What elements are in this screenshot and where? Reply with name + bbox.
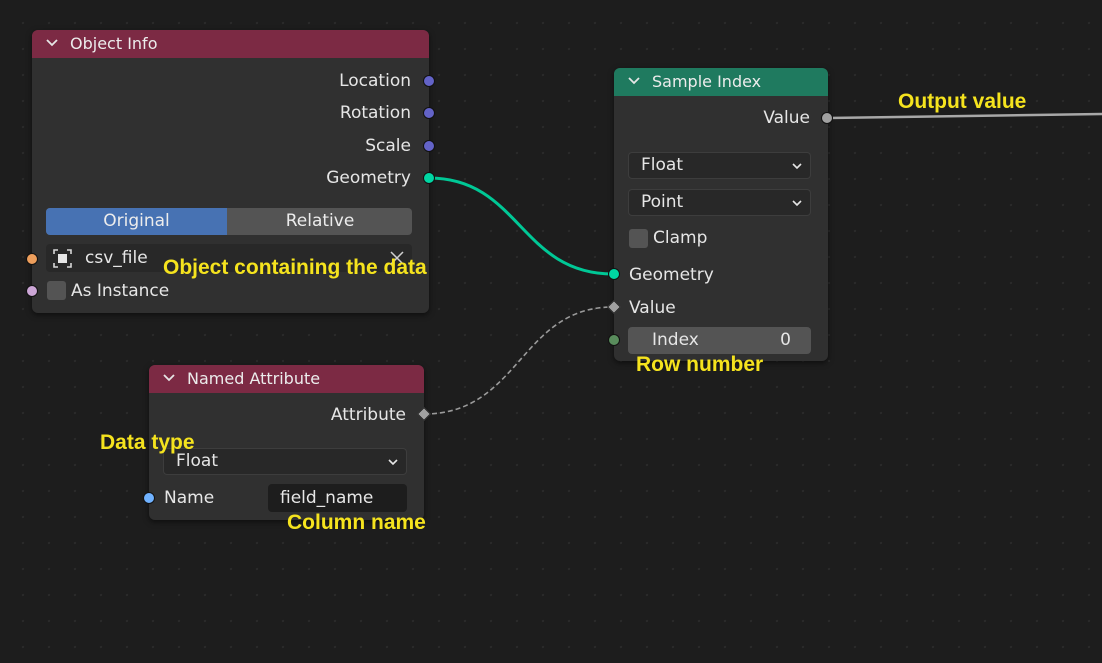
output-value-label: Value — [763, 108, 810, 128]
scale-socket[interactable] — [423, 140, 435, 152]
annotation-data-type: Data type — [100, 431, 195, 454]
name-field-value: field_name — [280, 488, 374, 508]
domain-value: Point — [641, 192, 684, 212]
output-scale-label: Scale — [365, 136, 411, 156]
value-input-label: Value — [629, 298, 676, 318]
location-socket[interactable] — [423, 75, 435, 87]
output-geometry-label: Geometry — [326, 168, 411, 188]
as-instance-checkbox[interactable] — [47, 281, 66, 300]
chevron-down-icon[interactable] — [162, 373, 176, 383]
object-info-header[interactable]: Object Info — [32, 30, 429, 58]
index-label: Index — [652, 330, 699, 350]
output-attribute-label: Attribute — [330, 405, 406, 425]
node-title: Sample Index — [652, 72, 762, 91]
annotation-row-number: Row number — [636, 353, 764, 376]
named-attribute-header[interactable]: Named Attribute — [149, 365, 424, 393]
chevron-down-icon — [388, 459, 398, 466]
annotation-column-name: Column name — [287, 511, 426, 534]
name-field[interactable]: field_name — [268, 484, 407, 512]
node-title: Object Info — [70, 34, 158, 53]
link-output-value — [827, 112, 1102, 120]
output-location-label: Location — [339, 71, 411, 91]
geometry-output-socket[interactable] — [423, 172, 435, 184]
sample-index-node[interactable]: Sample Index Value Float Point Clamp Geo… — [614, 68, 828, 361]
name-input-label: Name — [164, 488, 215, 508]
link-geometry — [428, 176, 614, 276]
object-input-socket[interactable] — [26, 253, 38, 265]
clamp-label: Clamp — [653, 228, 708, 248]
domain-dropdown[interactable]: Point — [628, 189, 811, 216]
data-type-dropdown[interactable]: Float — [628, 152, 811, 179]
link-attribute-value — [423, 306, 614, 415]
output-rotation-label: Rotation — [339, 103, 411, 123]
as-instance-label: As Instance — [71, 281, 170, 301]
chevron-down-icon[interactable] — [45, 38, 59, 48]
chevron-down-icon — [792, 163, 802, 170]
geometry-input-label: Geometry — [629, 265, 714, 285]
chevron-down-icon — [792, 200, 802, 207]
chevron-down-icon[interactable] — [627, 76, 641, 86]
sample-index-header[interactable]: Sample Index — [614, 68, 828, 96]
as-instance-socket[interactable] — [26, 285, 38, 297]
annotation-output-value: Output value — [898, 90, 1027, 113]
geometry-input-socket[interactable] — [608, 268, 620, 280]
object-icon — [53, 249, 72, 268]
index-value: 0 — [780, 330, 791, 350]
attribute-data-type-dropdown[interactable]: Float — [163, 448, 407, 475]
transform-space-toggle: Original Relative — [46, 208, 412, 235]
object-field-value: csv_file — [85, 248, 148, 268]
value-output-socket[interactable] — [821, 112, 833, 124]
node-title: Named Attribute — [187, 369, 321, 388]
index-field[interactable]: Index 0 — [628, 327, 811, 354]
rotation-socket[interactable] — [423, 107, 435, 119]
data-type-value: Float — [641, 155, 683, 175]
annotation-object-containing-data: Object containing the data — [163, 256, 427, 279]
clamp-checkbox[interactable] — [629, 229, 648, 248]
relative-button[interactable]: Relative — [228, 208, 412, 235]
index-input-socket[interactable] — [608, 334, 620, 346]
name-input-socket[interactable] — [143, 492, 155, 504]
original-button[interactable]: Original — [46, 208, 227, 235]
